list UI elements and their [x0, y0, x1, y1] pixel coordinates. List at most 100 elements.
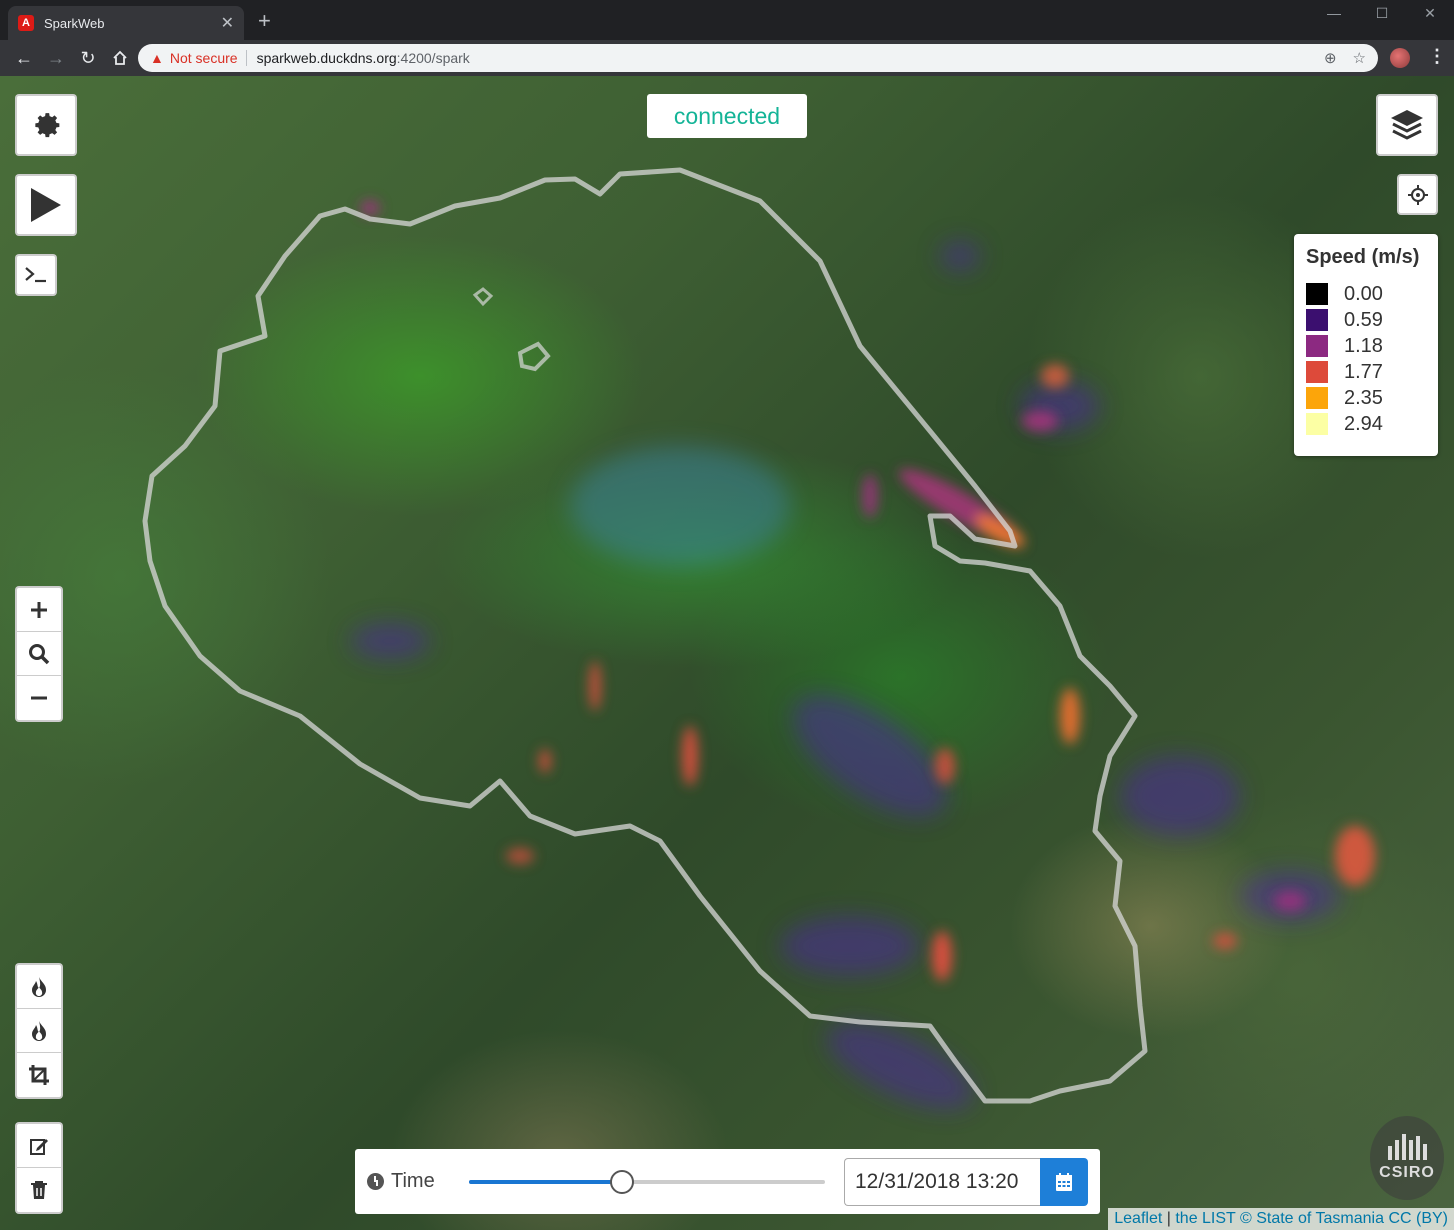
- speed-legend: Speed (m/s) 0.00 0.59 1.18 1.77 2.35 2.9…: [1294, 234, 1438, 456]
- fire-tool-button[interactable]: [17, 965, 61, 1009]
- legend-item: 1.18: [1306, 333, 1426, 359]
- fire-icon: [32, 1020, 46, 1041]
- edit-tools: [15, 1122, 63, 1214]
- security-label: Not secure: [169, 50, 238, 66]
- speed-patch: [539, 749, 551, 773]
- map-view[interactable]: connected Speed (m/s) 0.00 0.59 1.18 1.7…: [0, 76, 1454, 1230]
- maximize-icon[interactable]: ☐: [1358, 0, 1406, 26]
- layers-button[interactable]: [1376, 94, 1438, 156]
- time-label: Time: [391, 1170, 435, 1192]
- calendar-icon: [1056, 1172, 1072, 1191]
- source-link[interactable]: the LIST © State of Tasmania CC (BY): [1175, 1210, 1448, 1227]
- settings-button[interactable]: [15, 94, 77, 156]
- close-window-icon[interactable]: ✕: [1406, 0, 1454, 26]
- terminal-button[interactable]: [15, 254, 57, 296]
- slider-fill: [469, 1179, 623, 1184]
- trash-icon: [31, 1181, 47, 1199]
- divider: [245, 50, 247, 66]
- bookmark-star-icon[interactable]: ☆: [1353, 49, 1366, 67]
- ignition-tools: [15, 963, 63, 1099]
- calendar-button[interactable]: [1040, 1157, 1088, 1206]
- map-attribution: Leaflet | the LIST © State of Tasmania C…: [1108, 1208, 1454, 1230]
- browser-tab[interactable]: A SparkWeb ✕: [8, 6, 244, 40]
- zoom-icon[interactable]: ⊕: [1324, 49, 1337, 67]
- speed-patch: [506, 848, 534, 864]
- url-path: :4200/spark: [396, 50, 470, 66]
- browser-tabbar: A SparkWeb ✕ + — ☐ ✕: [0, 0, 1454, 40]
- leaflet-link[interactable]: Leaflet: [1114, 1210, 1162, 1227]
- edit-icon: [30, 1138, 48, 1155]
- home-icon[interactable]: [104, 43, 136, 73]
- time-slider[interactable]: [469, 1169, 825, 1194]
- legend-item: 0.00: [1306, 281, 1426, 307]
- window-controls: — ☐ ✕: [1310, 0, 1454, 26]
- minimize-icon[interactable]: —: [1310, 0, 1358, 26]
- minus-icon: [31, 696, 47, 700]
- forward-icon[interactable]: →: [40, 43, 72, 73]
- legend-swatch: [1306, 413, 1328, 435]
- tab-title: SparkWeb: [44, 15, 105, 31]
- legend-value: 2.94: [1344, 412, 1383, 435]
- slider-thumb[interactable]: [610, 1169, 635, 1194]
- delete-button[interactable]: [17, 1168, 61, 1212]
- map-overlay: [142, 167, 1375, 1110]
- speed-patch: [780, 916, 920, 976]
- csiro-logo-text: CSIRO: [1379, 1164, 1435, 1181]
- perimeter-island: [517, 341, 551, 372]
- plus-icon: [31, 601, 47, 618]
- fire-icon: [32, 976, 46, 997]
- locate-icon: [1407, 184, 1428, 205]
- speed-patch: [935, 748, 955, 784]
- zoom-out-button[interactable]: [17, 676, 61, 720]
- zoom-search-button[interactable]: [17, 632, 61, 676]
- legend-swatch: [1306, 387, 1328, 409]
- datetime-input[interactable]: 12/31/2018 13:20: [844, 1157, 1040, 1206]
- speed-patch: [589, 661, 601, 711]
- new-tab-icon[interactable]: +: [258, 8, 271, 34]
- time-label-group: Time: [367, 1170, 467, 1193]
- angular-icon: A: [18, 15, 34, 31]
- warning-icon: ▲: [150, 50, 164, 66]
- zoom-in-button[interactable]: [17, 588, 61, 632]
- locate-button[interactable]: [1397, 174, 1438, 215]
- csiro-logo: CSIRO: [1370, 1116, 1444, 1200]
- profile-avatar[interactable]: [1390, 48, 1410, 68]
- speed-patch: [682, 726, 698, 786]
- speed-patch: [570, 446, 790, 566]
- close-tab-icon[interactable]: ✕: [221, 13, 234, 33]
- speed-patch: [1274, 891, 1306, 911]
- legend-value: 0.00: [1344, 282, 1383, 305]
- legend-title: Speed (m/s): [1306, 246, 1420, 268]
- speed-patch: [1120, 756, 1240, 836]
- speed-patch: [1041, 364, 1069, 388]
- legend-item: 2.35: [1306, 385, 1426, 411]
- csiro-logo-mark: [1387, 1134, 1427, 1160]
- legend-item: 1.77: [1306, 359, 1426, 385]
- crop-button[interactable]: [17, 1053, 61, 1097]
- legend-swatch: [1306, 361, 1328, 383]
- zoom-control: [15, 586, 63, 722]
- address-bar[interactable]: ▲ Not secure sparkweb.duckdns.org :4200/…: [138, 44, 1378, 72]
- back-icon[interactable]: ←: [8, 43, 40, 73]
- speed-patch: [932, 931, 952, 981]
- legend-value: 1.77: [1344, 360, 1383, 383]
- legend-value: 2.35: [1344, 386, 1383, 409]
- browser-menu-icon[interactable]: ⋮: [1428, 46, 1446, 67]
- browser-toolbar: ← → ↻ ▲ Not secure sparkweb.duckdns.org …: [0, 40, 1454, 76]
- edit-button[interactable]: [17, 1124, 61, 1168]
- speed-patch: [350, 623, 430, 659]
- fire-perimeter: [142, 167, 1148, 1104]
- fire-tool-button-2[interactable]: [17, 1009, 61, 1053]
- attribution-separator: |: [1162, 1210, 1176, 1227]
- datetime-picker: 12/31/2018 13:20: [844, 1157, 1088, 1206]
- legend-item: 0.59: [1306, 307, 1426, 333]
- speed-patch: [1213, 933, 1237, 949]
- reload-icon[interactable]: ↻: [72, 43, 104, 73]
- legend-value: 1.18: [1344, 334, 1383, 357]
- perimeter-island: [472, 287, 494, 307]
- legend-swatch: [1306, 283, 1328, 305]
- layers-icon: [1391, 110, 1423, 140]
- speed-patch: [1060, 688, 1080, 744]
- legend-item: 2.94: [1306, 411, 1426, 437]
- play-button[interactable]: [15, 174, 77, 236]
